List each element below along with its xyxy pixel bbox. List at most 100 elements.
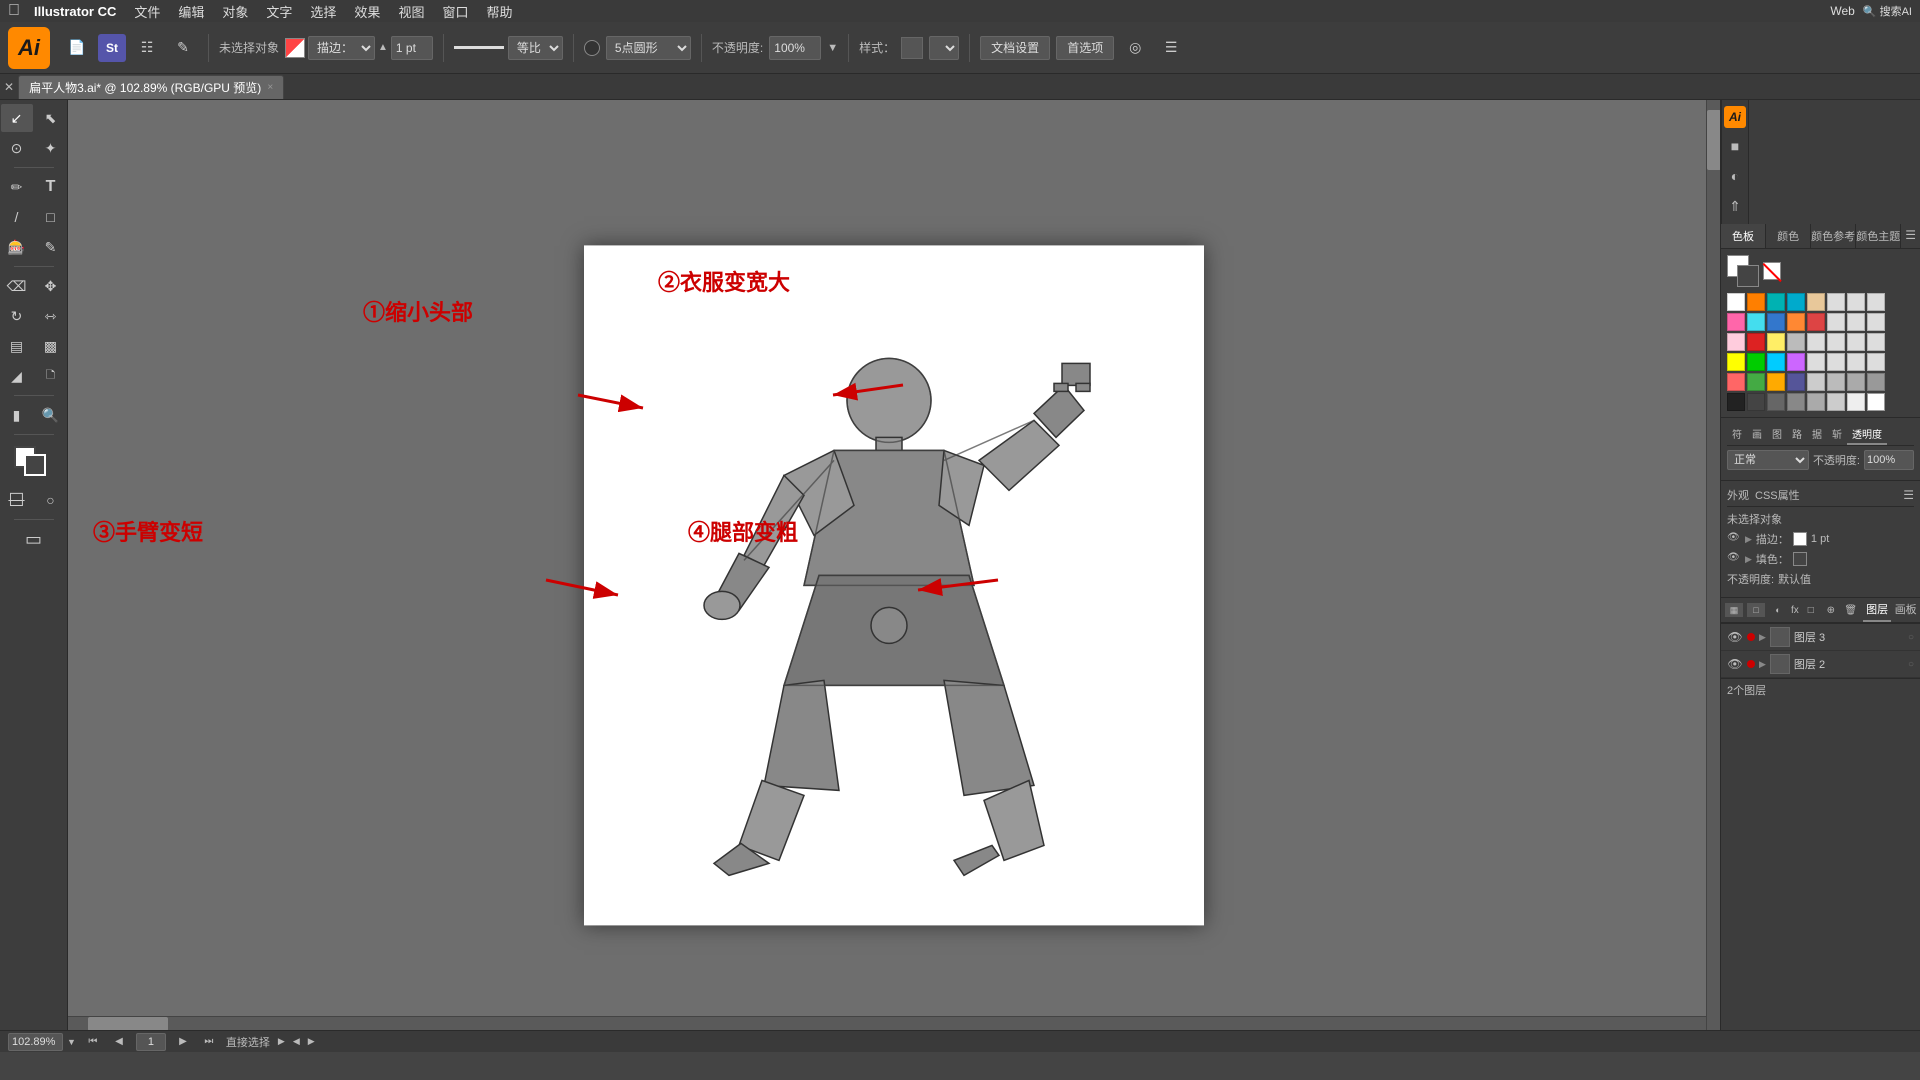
- menu-select[interactable]: 选择: [302, 2, 344, 21]
- swatch-ltcyan[interactable]: [1747, 313, 1765, 331]
- artboard-tool[interactable]: ▭: [18, 525, 50, 553]
- swatch-b1[interactable]: [1787, 373, 1805, 391]
- gradient-tool[interactable]: ◢: [1, 362, 33, 390]
- swatch-gray[interactable]: [1787, 333, 1805, 351]
- swatch-mdgray[interactable]: [1767, 393, 1785, 411]
- swatch-orng2[interactable]: [1787, 313, 1805, 331]
- status-expand[interactable]: ◀: [293, 1036, 300, 1047]
- fill-expand[interactable]: ▶: [1745, 554, 1752, 565]
- menu-window[interactable]: 窗口: [434, 2, 476, 21]
- vertical-scrollbar[interactable]: [1706, 100, 1720, 1030]
- swatches-tab[interactable]: 色板: [1721, 224, 1766, 248]
- swatch-pink[interactable]: [1727, 313, 1745, 331]
- color-ref-tab[interactable]: 颜色参考: [1811, 224, 1856, 248]
- swatch-black[interactable]: [1727, 393, 1745, 411]
- swatch-white3[interactable]: [1867, 393, 1885, 411]
- page-number[interactable]: [136, 1033, 166, 1051]
- bottom-tool-arrow[interactable]: ▶: [278, 1036, 285, 1047]
- stroke-expand[interactable]: ▶: [1745, 534, 1752, 545]
- toolbar-arrange[interactable]: ☰: [1156, 33, 1186, 63]
- st-icon[interactable]: St: [98, 34, 126, 62]
- swatch-white[interactable]: [1727, 293, 1745, 311]
- swatch-red[interactable]: [1807, 313, 1825, 331]
- magic-wand-tool[interactable]: ✦: [35, 134, 67, 162]
- brush-icon[interactable]: ✎: [168, 33, 198, 63]
- menu-help[interactable]: 帮助: [478, 2, 520, 21]
- workspace-selector[interactable]: Web: [1830, 4, 1854, 18]
- fx-btn[interactable]: fx: [1791, 605, 1799, 616]
- menu-object[interactable]: 对象: [214, 2, 256, 21]
- direct-select-tool[interactable]: ⬉: [35, 104, 67, 132]
- color-mode[interactable]: ○: [35, 486, 67, 514]
- nav-next[interactable]: ▶: [174, 1033, 192, 1051]
- eraser-tool[interactable]: ⌫: [1, 272, 33, 300]
- swatch-r1[interactable]: [1727, 373, 1745, 391]
- color-theme-tab[interactable]: 颜色主题: [1856, 224, 1901, 248]
- swatch-white2[interactable]: [1847, 393, 1865, 411]
- lasso-tool[interactable]: ⊙: [1, 134, 33, 162]
- rect-tool[interactable]: □: [35, 203, 67, 231]
- reflect-tool[interactable]: ⇿: [35, 302, 67, 330]
- draw-tab[interactable]: 画: [1747, 424, 1767, 445]
- shape-type[interactable]: 5点圆形: [606, 36, 691, 60]
- nav-prev[interactable]: ◀: [110, 1033, 128, 1051]
- document-tab[interactable]: 扁平人物3.ai* @ 102.89% (RGB/GPU 预览) ×: [18, 75, 284, 99]
- text-tool[interactable]: T: [35, 173, 67, 201]
- nav-prev-prev[interactable]: ⏮: [84, 1033, 102, 1051]
- blend-mode-select[interactable]: 正常: [1727, 450, 1809, 470]
- menu-file[interactable]: 文件: [126, 2, 168, 21]
- zoom-input[interactable]: [8, 1033, 63, 1051]
- menu-text[interactable]: 文字: [258, 2, 300, 21]
- layer-2-eye[interactable]: 👁: [1727, 656, 1743, 672]
- swatch-teal[interactable]: [1767, 293, 1785, 311]
- select-tool[interactable]: ↙: [1, 104, 33, 132]
- status-expand2[interactable]: ▶: [308, 1036, 315, 1047]
- layers-tab[interactable]: 图层: [1863, 598, 1892, 622]
- panel-menu-icon[interactable]: ☰: [1901, 224, 1920, 248]
- stroke-value[interactable]: [391, 36, 433, 60]
- swatch-o1[interactable]: [1767, 373, 1785, 391]
- swatch-tan[interactable]: [1807, 293, 1825, 311]
- stroke-up[interactable]: ▲: [378, 42, 388, 53]
- layers-new-btn[interactable]: ⊕: [1823, 605, 1839, 616]
- path-tab[interactable]: 路: [1787, 424, 1807, 445]
- line-tool[interactable]: /: [1, 203, 33, 231]
- menu-view[interactable]: 视图: [390, 2, 432, 21]
- opacity-value[interactable]: [769, 36, 821, 60]
- bar-chart-tool[interactable]: ▩: [35, 332, 67, 360]
- opacity-input[interactable]: [1864, 450, 1914, 470]
- swatch-cyan[interactable]: [1787, 293, 1805, 311]
- tab-close-icon[interactable]: ×: [267, 82, 273, 93]
- canvas-area[interactable]: ①缩小头部 ②衣服变宽大 ③手臂变短 ④腿部变粗: [68, 100, 1720, 1030]
- stroke-selector[interactable]: 描边：: [308, 36, 375, 60]
- swatch-dkgray[interactable]: [1747, 393, 1765, 411]
- layer-3-row[interactable]: 👁 ▶ 图层 3 ○: [1721, 624, 1920, 651]
- style-selector[interactable]: [929, 36, 959, 60]
- swatch-g1[interactable]: [1747, 373, 1765, 391]
- layer-3-visible[interactable]: ○: [1908, 632, 1914, 643]
- apple-menu[interactable]: : [8, 2, 20, 20]
- file-icon[interactable]: 📄: [62, 33, 92, 63]
- none-fill[interactable]: ☐: [1, 486, 33, 514]
- rotate-tool[interactable]: ↻: [1, 302, 33, 330]
- swatch-lgray[interactable]: [1787, 393, 1805, 411]
- swatch-ltblue[interactable]: [1767, 353, 1785, 371]
- swatch-ltpink[interactable]: [1727, 333, 1745, 351]
- close-btn[interactable]: ✕: [4, 80, 14, 94]
- paintbrush-tool[interactable]: 🎰: [1, 233, 33, 261]
- blend-tool[interactable]: ▮: [1, 401, 33, 429]
- horizontal-scrollbar[interactable]: [68, 1016, 1706, 1030]
- layers-delete-btn[interactable]: □: [1803, 605, 1819, 616]
- appearance-menu[interactable]: ☰: [1903, 488, 1914, 502]
- scale-tool[interactable]: ✥: [35, 272, 67, 300]
- nav-next-next[interactable]: ⏭: [200, 1033, 218, 1051]
- nav-icon[interactable]: ◐: [1723, 164, 1747, 188]
- chart-tool[interactable]: ▤: [1, 332, 33, 360]
- layer-2-expand[interactable]: ▶: [1759, 659, 1766, 670]
- link-tab[interactable]: 斩: [1827, 424, 1847, 445]
- layer-2-row[interactable]: 👁 ▶ 图层 2 ○: [1721, 651, 1920, 678]
- zoom-chevron[interactable]: ▼: [67, 1037, 76, 1047]
- layout-icon[interactable]: ☷: [132, 33, 162, 63]
- swatch-yell2[interactable]: [1727, 353, 1745, 371]
- color-tab[interactable]: 颜色: [1766, 224, 1811, 248]
